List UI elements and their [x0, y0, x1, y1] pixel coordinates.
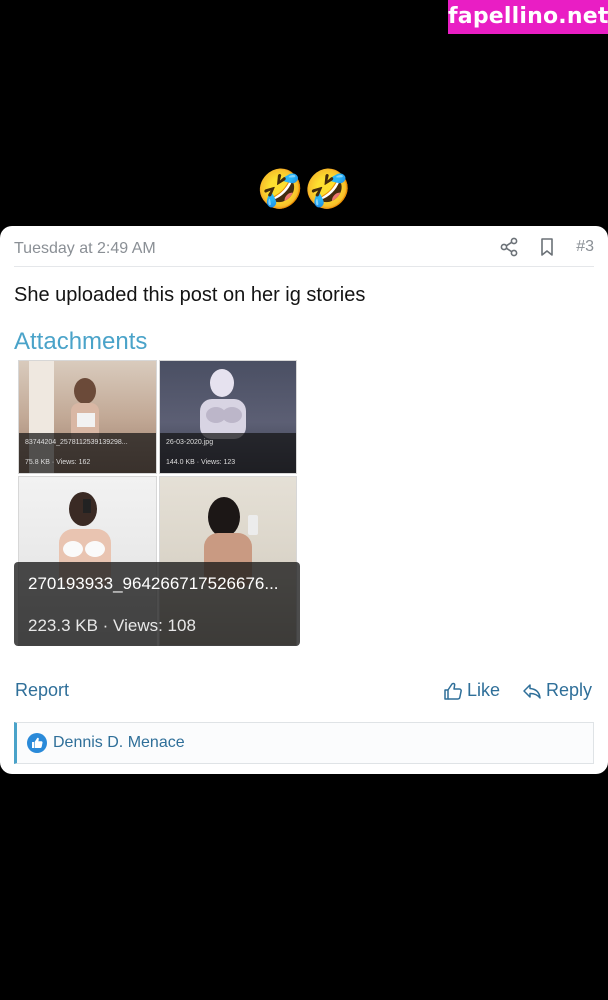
attachment-filename: 270193933_964266717526676...: [28, 574, 279, 593]
attachment-meta: 75.8 KB · Views: 162: [25, 459, 91, 466]
like-reaction-icon: [27, 733, 47, 753]
report-link[interactable]: Report: [15, 680, 69, 701]
watermark-logo: fapellino.net: [448, 0, 608, 34]
attachment-filename: 83744204_2578112539139298...: [25, 439, 128, 446]
post-number-link[interactable]: #3: [576, 238, 594, 256]
reply-button[interactable]: Reply: [522, 680, 592, 701]
attachment-thumbnail[interactable]: 83744204_2578112539139298... 75.8 KB · V…: [18, 360, 157, 474]
reaction-user-link[interactable]: Dennis D. Menace: [53, 734, 185, 752]
reply-label: Reply: [545, 680, 592, 700]
reactions-bar[interactable]: Dennis D. Menace: [14, 722, 594, 764]
emoji-reaction-text: 🤣🤣: [256, 167, 352, 211]
share-icon[interactable]: [498, 236, 520, 258]
bookmark-icon[interactable]: [536, 236, 558, 258]
post-reaction-actions: Like Reply: [421, 680, 592, 701]
attachment-meta: 223.3 KB · Views: 108: [28, 616, 196, 635]
thumbs-up-icon: [444, 682, 462, 700]
attachment-caption: 26-03-2020.jpg 144.0 KB · Views: 123: [160, 433, 296, 473]
attachments-heading: Attachments: [14, 328, 148, 355]
attachment-filename: 26-03-2020.jpg: [166, 439, 214, 446]
post-message: She uploaded this post on her ig stories: [14, 284, 366, 306]
attachment-hover-overlay[interactable]: 270193933_964266717526676... 223.3 KB · …: [14, 562, 300, 646]
attachment-meta: 144.0 KB · Views: 123: [166, 459, 236, 466]
post-header-actions: #3: [482, 236, 594, 258]
like-label: Like: [466, 680, 500, 700]
attachment-caption: 83744204_2578112539139298... 75.8 KB · V…: [19, 433, 156, 473]
post-timestamp[interactable]: Tuesday at 2:49 AM: [14, 240, 156, 258]
post-footer-actions: Report Like Reply: [15, 680, 592, 706]
post-header: Tuesday at 2:49 AM #3: [14, 226, 594, 267]
attachment-thumbnail[interactable]: 26-03-2020.jpg 144.0 KB · Views: 123: [159, 360, 297, 474]
reply-arrow-icon: [523, 683, 541, 699]
like-button[interactable]: Like: [443, 680, 500, 701]
forum-post-card: Tuesday at 2:49 AM #3 She uploaded this …: [0, 226, 608, 774]
